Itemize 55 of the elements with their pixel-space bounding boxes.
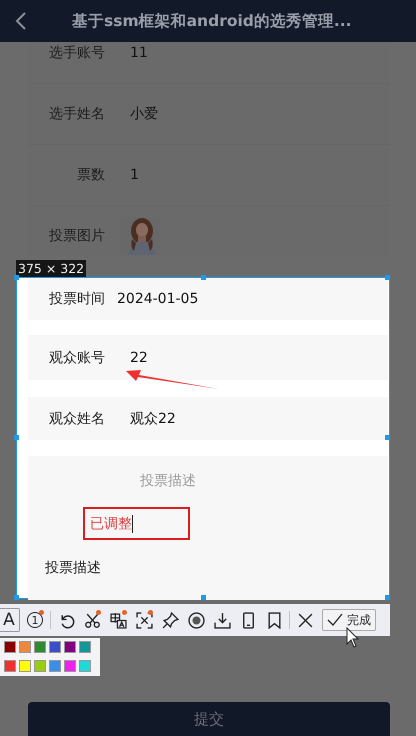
field-value: 观众22	[130, 410, 176, 428]
resize-handle[interactable]	[201, 275, 206, 280]
field-value: 小爱	[130, 105, 158, 123]
field-placeholder: 投票描述	[139, 472, 197, 490]
cursor-icon	[346, 627, 360, 649]
resize-handle[interactable]	[14, 595, 19, 600]
scan-icon	[136, 612, 152, 628]
scissors-icon	[84, 612, 100, 628]
size-label: 375 × 322	[16, 260, 86, 277]
back-icon[interactable]	[14, 11, 28, 31]
color-swatch[interactable]	[79, 660, 91, 672]
page-title: 基于ssm框架和android的选秀管理...	[72, 10, 352, 32]
text-tool[interactable]: A	[0, 608, 20, 632]
field-value: 22	[130, 350, 148, 366]
color-swatch[interactable]	[64, 641, 76, 653]
field-value: 1	[130, 167, 139, 183]
color-swatch[interactable]	[49, 641, 61, 653]
resize-handle[interactable]	[14, 275, 19, 280]
color-swatch[interactable]	[79, 641, 91, 653]
pin-icon	[162, 612, 178, 628]
done-button[interactable]: 完成	[322, 609, 376, 631]
field-label: 投票图片	[48, 227, 105, 245]
translate-icon	[110, 612, 126, 628]
check-icon	[327, 613, 343, 627]
field-value: 11	[130, 45, 148, 61]
field-label: 选手姓名	[48, 105, 105, 123]
download-icon	[214, 612, 230, 628]
field-value: 2024-01-05	[117, 291, 198, 307]
resize-handle[interactable]	[385, 595, 390, 600]
color-swatch[interactable]	[34, 641, 46, 653]
record-icon	[188, 612, 204, 628]
field-label: 票数	[76, 166, 105, 184]
text-annotation[interactable]: 已调整	[83, 507, 190, 540]
resize-handle[interactable]	[14, 435, 19, 440]
submit-button[interactable]: 提交	[28, 702, 390, 736]
description-field[interactable]: 投票描述 已调整 投票描述	[28, 456, 388, 600]
color-swatch[interactable]	[4, 641, 16, 653]
color-swatch[interactable]	[4, 660, 16, 672]
field-label: 投票时间	[48, 290, 105, 308]
resize-handle[interactable]	[385, 275, 390, 280]
color-swatch[interactable]	[34, 660, 46, 672]
field-label: 投票描述	[45, 559, 102, 577]
color-swatch[interactable]	[64, 660, 76, 672]
selection-frame[interactable]: 投票时间 2024-01-05 观众账号 22 观众姓名 观众22 投票描述 已调整 投票描述	[16, 277, 390, 599]
color-swatch[interactable]	[49, 660, 61, 672]
bookmark-icon	[266, 612, 282, 628]
color-swatch[interactable]	[19, 660, 31, 672]
field-label: 观众姓名	[48, 410, 105, 428]
resize-handle[interactable]	[385, 435, 390, 440]
number-tool[interactable]: 1	[24, 608, 46, 632]
color-swatch[interactable]	[19, 641, 31, 653]
field-label: 观众账号	[48, 348, 105, 366]
resize-handle[interactable]	[201, 595, 206, 600]
close-icon	[296, 612, 314, 628]
field-label: 选手账号	[48, 44, 105, 62]
